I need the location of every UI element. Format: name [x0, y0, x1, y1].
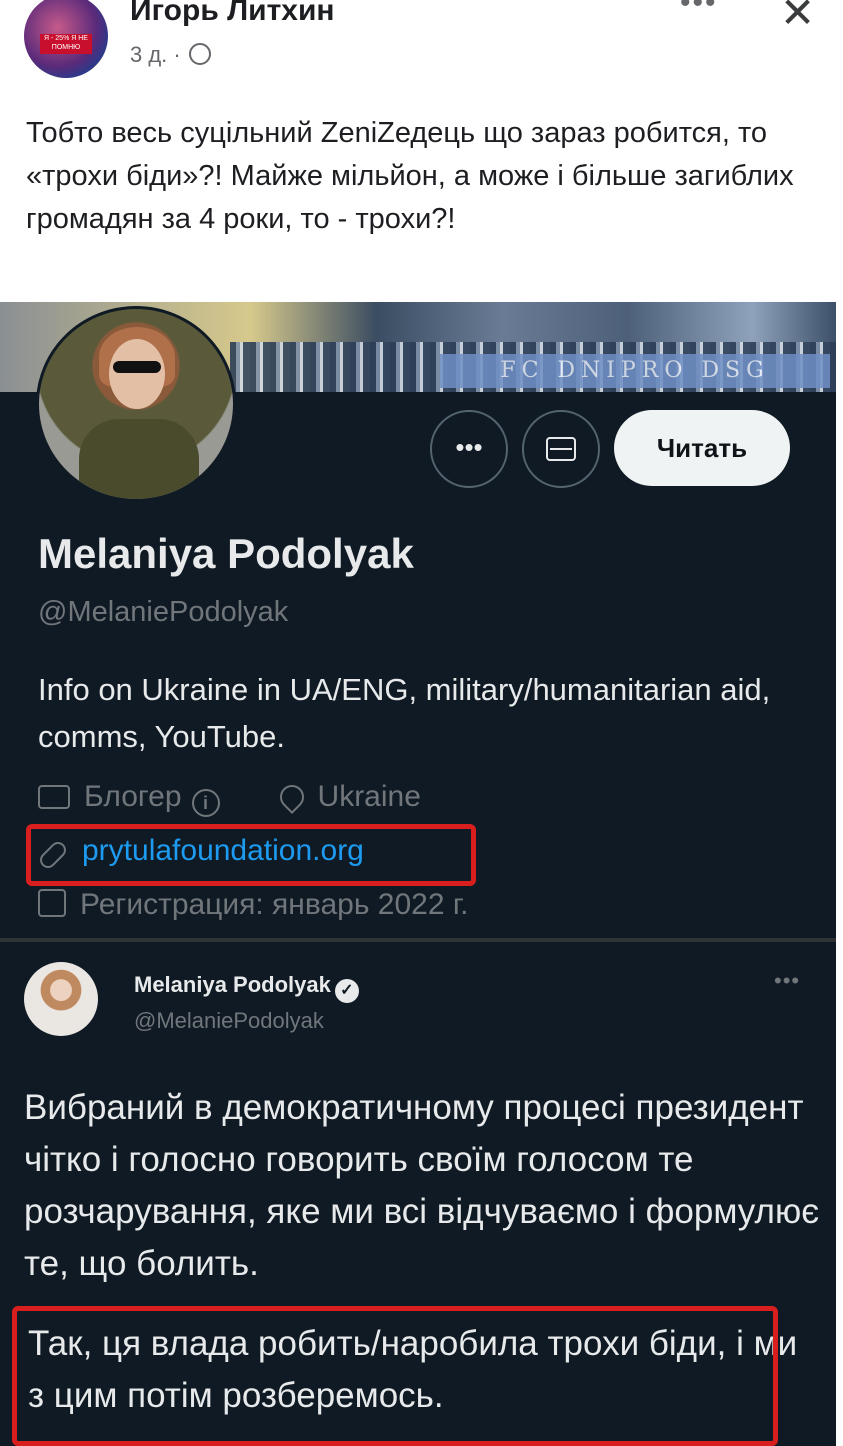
- author-name[interactable]: Игорь Литхин: [130, 0, 335, 28]
- tweet-author-label: Melaniya Podolyak: [134, 972, 331, 997]
- briefcase-icon: [38, 785, 70, 809]
- post-menu-button[interactable]: •••: [680, 0, 718, 20]
- profile-location: Ukraine: [317, 780, 421, 813]
- attached-screenshot[interactable]: FC DNIPRO DSG ••• Читать Melaniya Podoly…: [0, 302, 836, 1446]
- author-avatar[interactable]: Я - 25% Я НЕ ПОМНЮ: [24, 0, 108, 78]
- profile-category: Блогер: [84, 780, 182, 813]
- location-pin-icon: [274, 780, 309, 814]
- verified-icon: ✓: [334, 979, 359, 1003]
- more-button: •••: [430, 410, 508, 488]
- post-text: Тобто весь суцільний ZenіZедець що зараз…: [26, 117, 794, 235]
- close-icon[interactable]: ✕: [780, 0, 815, 37]
- tweet-handle: @MelaniePodolyak: [134, 1008, 324, 1033]
- calendar-icon: [38, 889, 66, 917]
- globe-icon: [188, 43, 211, 65]
- profile-info-row: Блогер i Ukraine: [38, 780, 421, 817]
- tweet-author-name: Melaniya Podolyak ✓: [134, 972, 359, 1003]
- tweet-avatar: [24, 962, 98, 1036]
- info-icon: i: [191, 789, 220, 817]
- mail-icon: [546, 437, 576, 462]
- profile-bio: Info on Ukraine in UA/ENG, military/huma…: [38, 672, 771, 754]
- tweet-more-icon: •••: [774, 968, 801, 993]
- banner-flag-text: FC DNIPRO DSG: [440, 354, 830, 388]
- website-highlight-box: [26, 824, 476, 886]
- tweet-paragraph-1: Вибраний в демократичному процесі презид…: [24, 1088, 820, 1283]
- profile-handle: @MelaniePodolyak: [38, 596, 289, 628]
- follow-button: Читать: [614, 410, 790, 486]
- profile-joined: Регистрация: январь 2022 г.: [80, 888, 469, 921]
- message-button: [522, 410, 600, 488]
- post-meta: 3 д. ·: [130, 42, 211, 68]
- post-header: Я - 25% Я НЕ ПОМНЮ Игорь Литхин 3 д. · •…: [0, 0, 843, 100]
- screenshot-divider: [0, 938, 836, 942]
- tweet-highlight-box: [12, 1306, 778, 1446]
- avatar-badge: Я - 25% Я НЕ ПОМНЮ: [40, 34, 92, 54]
- profile-display-name: Melaniya Podolyak: [38, 530, 414, 577]
- post-time[interactable]: 3 д. ·: [130, 42, 181, 67]
- profile-joined-row: Регистрация: январь 2022 г.: [38, 888, 468, 922]
- profile-photo: [36, 306, 236, 502]
